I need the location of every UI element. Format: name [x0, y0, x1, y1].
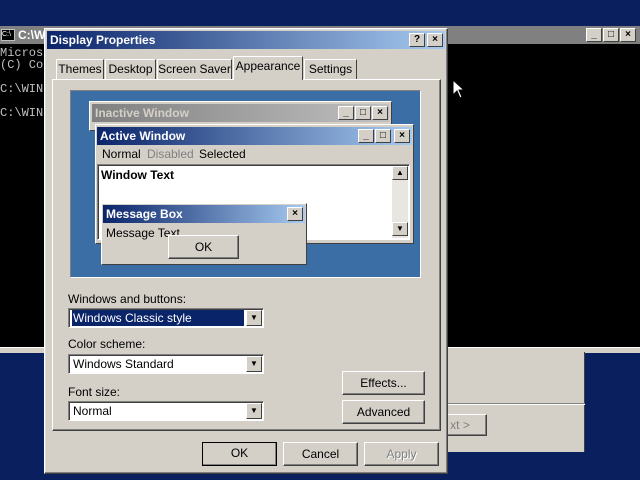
- preview-menu-disabled: Disabled: [147, 147, 194, 161]
- preview-window-text: Window Text: [101, 168, 174, 182]
- advanced-button[interactable]: Advanced: [342, 400, 425, 424]
- windows-buttons-value: Windows Classic style: [72, 310, 244, 326]
- tab-themes[interactable]: Themes: [56, 59, 104, 79]
- console-maximize-button[interactable]: □: [603, 28, 619, 42]
- wizard-divider: [445, 403, 585, 405]
- ok-button[interactable]: OK: [202, 442, 277, 466]
- windows-buttons-label: Windows and buttons:: [68, 292, 187, 306]
- tab-screen-saver[interactable]: Screen Saver: [157, 59, 232, 79]
- preview-scroll-down-icon: ▼: [392, 222, 408, 236]
- chevron-down-icon[interactable]: ▼: [246, 403, 262, 419]
- windows-buttons-select[interactable]: Windows Classic style ▼: [68, 308, 264, 328]
- preview-menu-normal: Normal: [102, 147, 141, 161]
- font-size-value: Normal: [73, 404, 112, 418]
- apply-button[interactable]: Apply: [364, 442, 439, 466]
- tab-desktop[interactable]: Desktop: [105, 59, 156, 79]
- preview-inactive-minimize-icon: _: [338, 106, 354, 120]
- mouse-cursor-icon: [452, 79, 466, 99]
- preview-inactive-maximize-icon: □: [355, 106, 371, 120]
- console-title: C:\W: [18, 28, 46, 42]
- color-scheme-value: Windows Standard: [73, 357, 174, 371]
- preview-inactive-close-icon: ×: [372, 106, 388, 120]
- tab-settings[interactable]: Settings: [304, 59, 357, 79]
- tab-appearance[interactable]: Appearance: [233, 56, 303, 80]
- preview-active-minimize-icon: _: [358, 129, 374, 143]
- console-icon: C:\: [1, 29, 15, 41]
- preview-active-close-icon: ×: [394, 129, 410, 143]
- console-close-button[interactable]: ×: [620, 28, 636, 42]
- chevron-down-icon[interactable]: ▼: [246, 310, 262, 326]
- console-line: C:\WIN: [0, 106, 44, 120]
- preview-msgbox-ok-button: OK: [168, 235, 239, 259]
- help-button[interactable]: ?: [409, 33, 425, 47]
- preview-inactive-title: Inactive Window: [95, 106, 189, 120]
- preview-active-title: Active Window: [100, 129, 186, 143]
- preview-msgbox-title-bar: Message Box: [103, 205, 305, 223]
- color-scheme-label: Color scheme:: [68, 337, 146, 351]
- dialog-title-bar[interactable]: Display Properties: [47, 31, 445, 49]
- preview-menu-selected: Selected: [199, 147, 246, 161]
- chevron-down-icon[interactable]: ▼: [246, 356, 262, 372]
- preview-msgbox-close-icon: ×: [287, 207, 303, 221]
- preview-msgbox-title: Message Box: [106, 207, 183, 221]
- console-minimize-button[interactable]: _: [586, 28, 602, 42]
- console-line: C:\WIN: [0, 82, 44, 96]
- wizard-window: [445, 352, 585, 452]
- console-line: (C) Co: [0, 58, 44, 72]
- color-scheme-select[interactable]: Windows Standard ▼: [68, 354, 264, 374]
- close-button[interactable]: ×: [427, 33, 443, 47]
- font-size-label: Font size:: [68, 385, 121, 399]
- effects-button[interactable]: Effects...: [342, 371, 425, 395]
- preview-scroll-up-icon: ▲: [392, 166, 408, 180]
- preview-active-maximize-icon: □: [375, 129, 391, 143]
- dialog-title: Display Properties: [50, 33, 156, 47]
- cancel-button[interactable]: Cancel: [283, 442, 358, 466]
- font-size-select[interactable]: Normal ▼: [68, 401, 264, 421]
